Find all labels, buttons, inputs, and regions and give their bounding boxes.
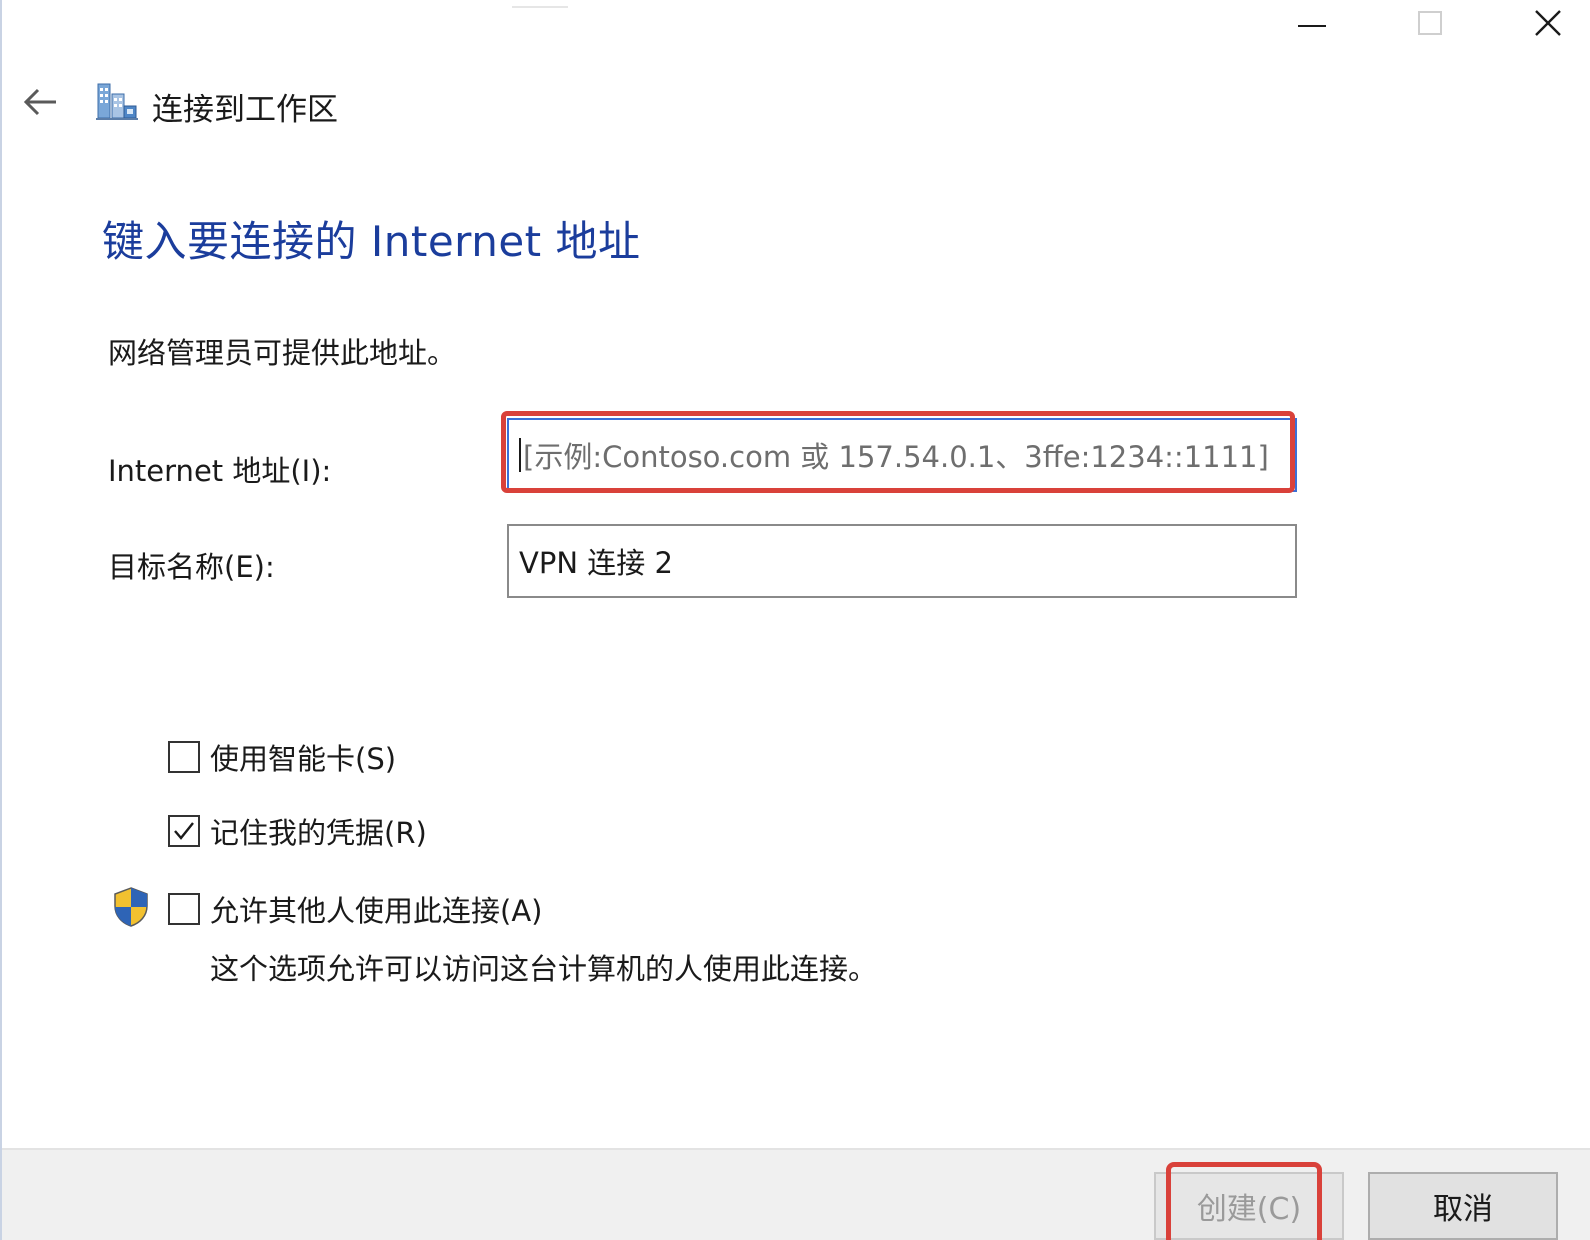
allow-others-label: 允许其他人使用此连接(A)	[210, 894, 543, 928]
internet-address-input[interactable]: [示例:Contoso.com 或 157.54.0.1、3ffe:1234::…	[507, 418, 1297, 492]
cancel-button[interactable]: 取消	[1368, 1172, 1558, 1240]
destination-name-label: 目标名称(E):	[108, 550, 275, 584]
remember-credentials-option[interactable]: 记住我的凭据(R)	[168, 810, 427, 852]
create-button[interactable]: 创建(C)	[1154, 1172, 1344, 1240]
allow-others-checkbox[interactable]	[168, 893, 200, 925]
uac-shield-icon	[114, 887, 148, 927]
minimize-button[interactable]	[1272, 0, 1352, 46]
close-icon	[1535, 10, 1561, 36]
destination-name-value: VPN 连接 2	[519, 546, 673, 580]
close-button[interactable]	[1508, 0, 1588, 46]
connect-workplace-window: 连接到工作区 键入要连接的 Internet 地址 网络管理员可提供此地址。 I…	[0, 0, 1590, 1240]
remember-credentials-label: 记住我的凭据(R)	[210, 816, 427, 850]
internet-address-placeholder: [示例:Contoso.com 或 157.54.0.1、3ffe:1234::…	[523, 440, 1269, 474]
back-button[interactable]	[18, 80, 62, 124]
smart-card-option[interactable]: 使用智能卡(S)	[168, 736, 396, 778]
allow-others-note: 这个选项允许可以访问这台计算机的人使用此连接。	[210, 952, 878, 986]
minimize-icon	[1298, 25, 1326, 27]
allow-others-option[interactable]: 允许其他人使用此连接(A)	[168, 888, 542, 930]
footer-bar	[2, 1148, 1590, 1240]
remember-credentials-checkbox[interactable]	[168, 815, 200, 847]
maximize-button[interactable]	[1390, 0, 1470, 46]
checkmark-icon	[174, 822, 194, 840]
internet-address-label: Internet 地址(I):	[108, 454, 332, 488]
page-heading: 键入要连接的 Internet 地址	[102, 217, 641, 266]
window-title: 连接到工作区	[152, 92, 338, 128]
back-arrow-icon	[23, 88, 56, 116]
page-description: 网络管理员可提供此地址。	[108, 336, 457, 370]
smart-card-label: 使用智能卡(S)	[210, 742, 397, 776]
workplace-network-icon	[96, 83, 138, 120]
destination-name-input[interactable]: VPN 连接 2	[507, 524, 1297, 598]
text-caret	[519, 438, 521, 472]
maximize-icon	[1418, 11, 1442, 35]
title-bar-strip	[512, 0, 568, 8]
smart-card-checkbox[interactable]	[168, 741, 200, 773]
